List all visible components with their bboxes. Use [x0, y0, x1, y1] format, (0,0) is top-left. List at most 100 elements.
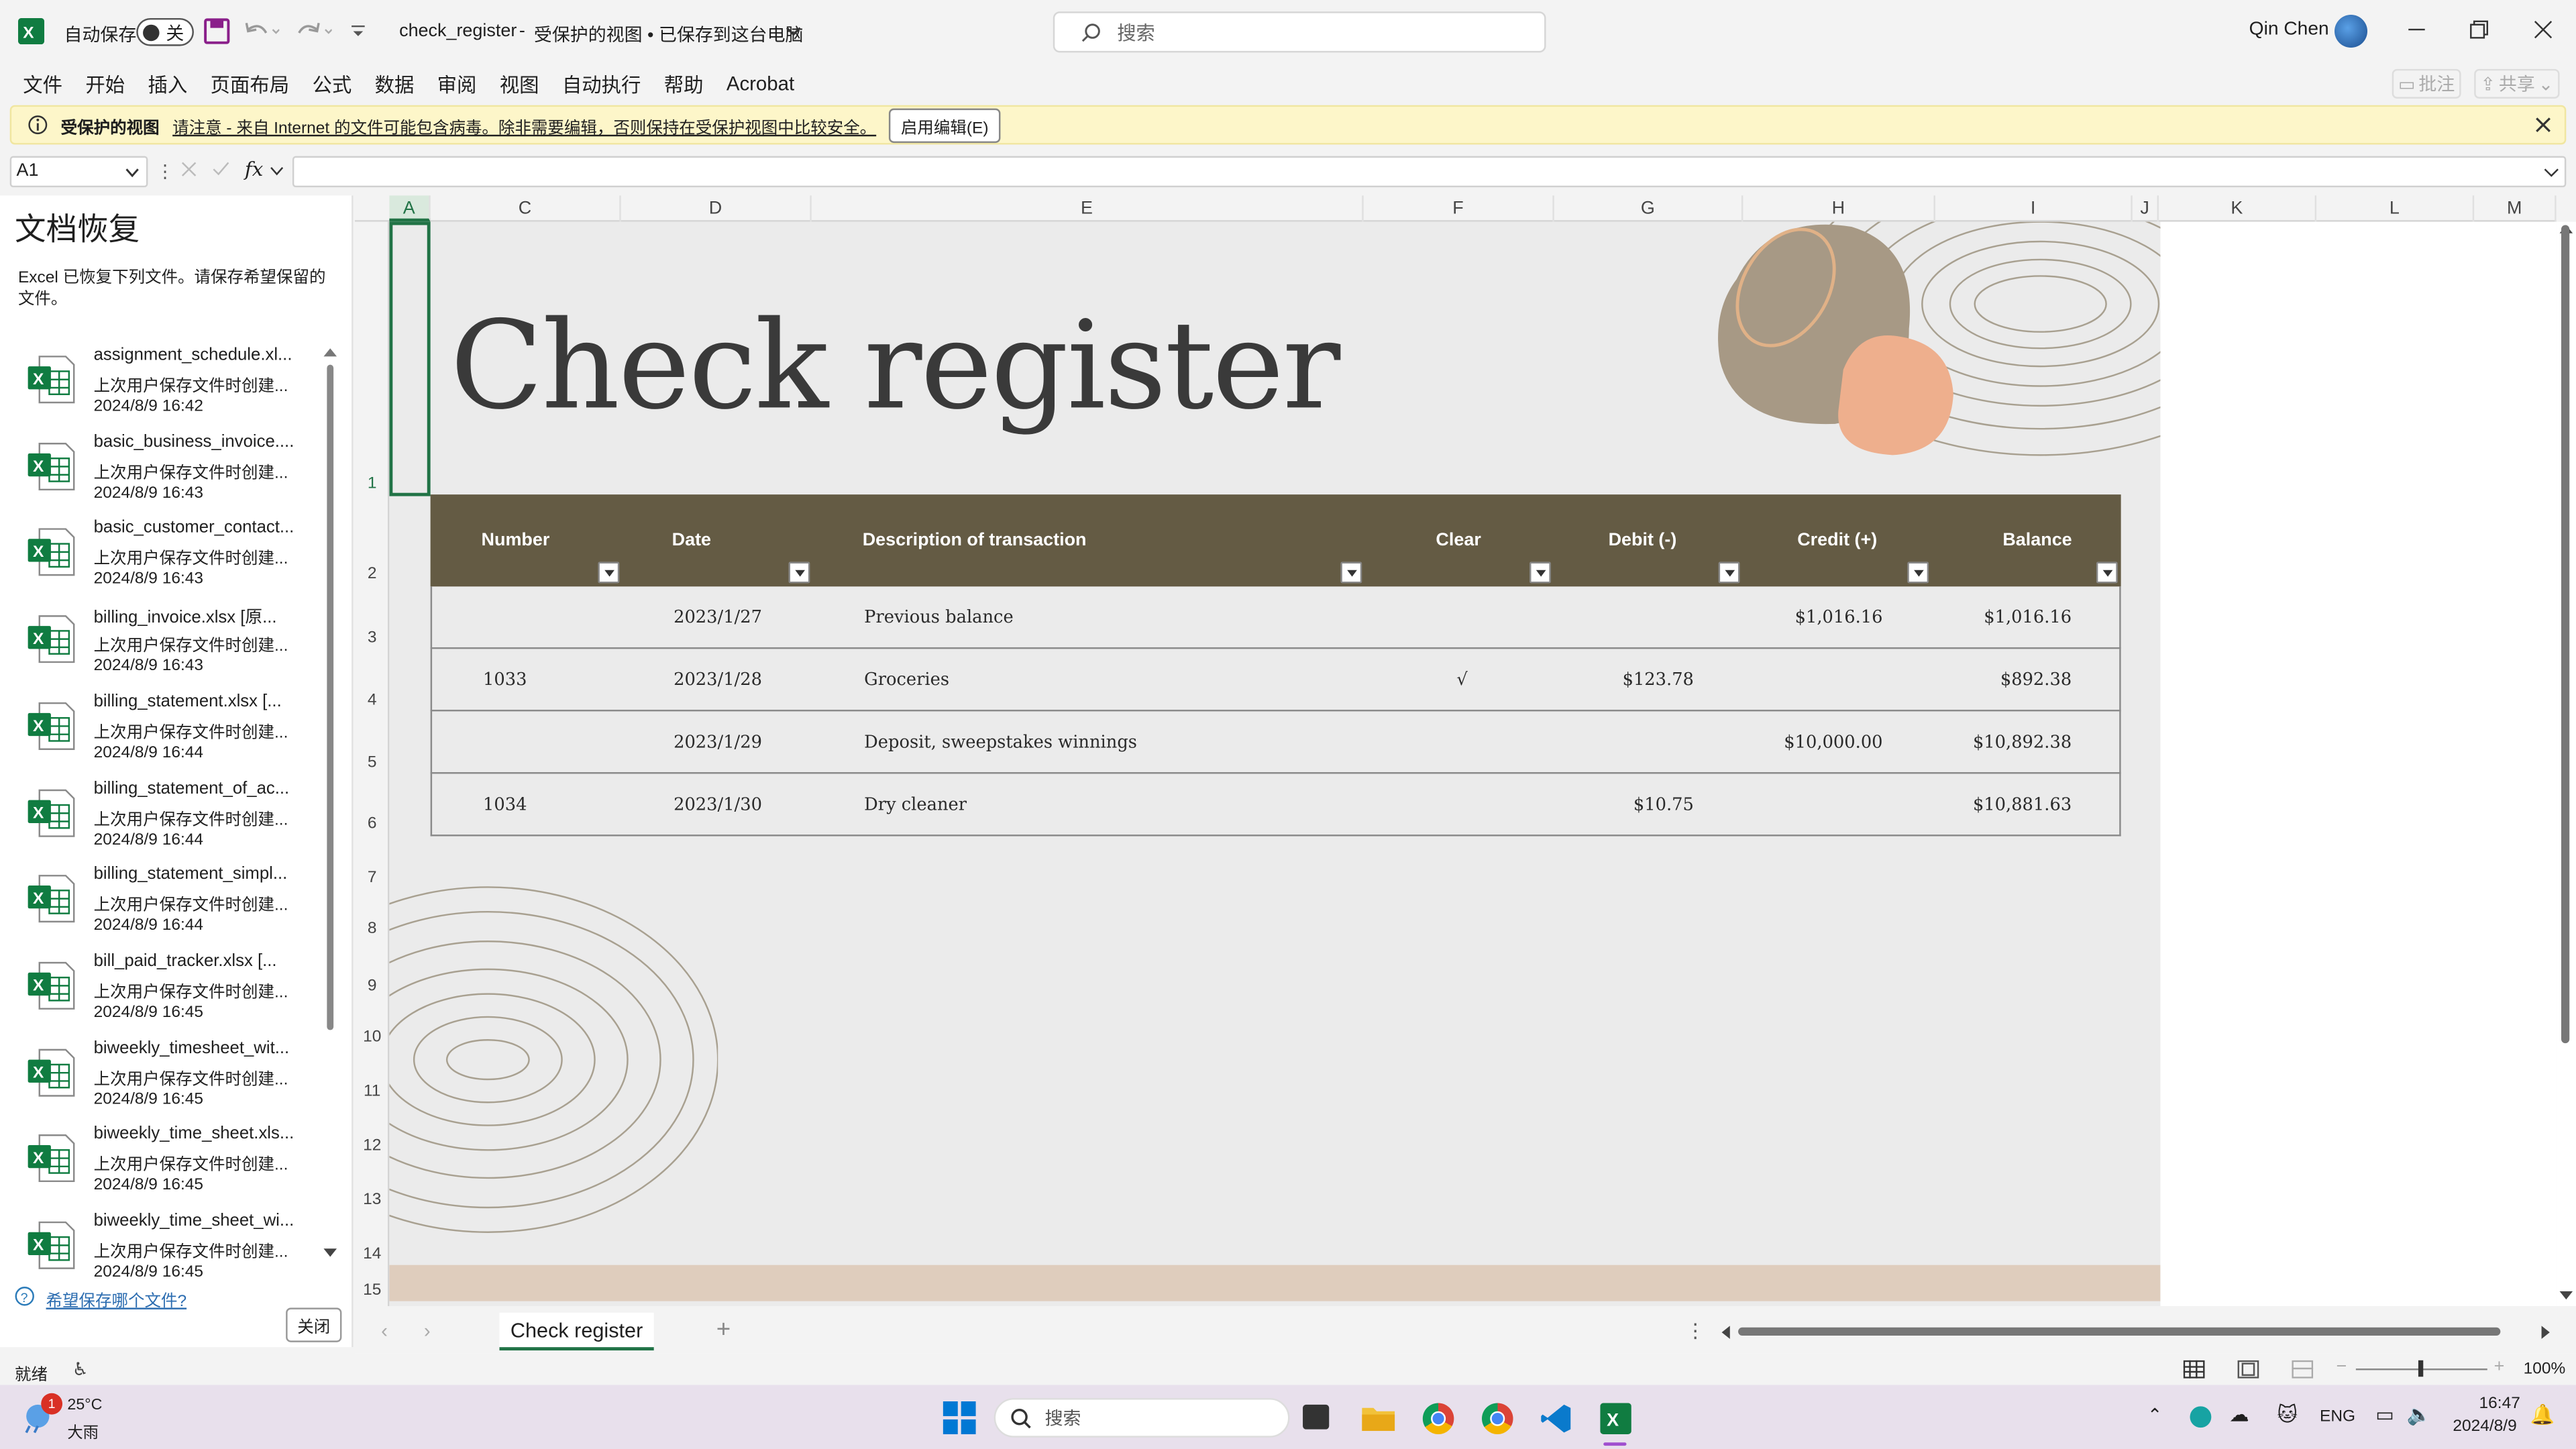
more-icon[interactable]: ⋮: [1686, 1320, 1705, 1342]
save-icon[interactable]: [204, 18, 230, 44]
insert-function-icon[interactable]: fx: [245, 158, 263, 180]
cell-desc[interactable]: Previous balance: [864, 608, 1014, 627]
chevron-up-icon[interactable]: ⌃: [2147, 1405, 2163, 1426]
row-header[interactable]: 15: [355, 1281, 389, 1299]
cell-date[interactable]: 2023/1/30: [674, 795, 762, 814]
menu-help[interactable]: 帮助: [664, 70, 704, 98]
file-explorer-icon[interactable]: [1362, 1403, 1395, 1432]
row-header[interactable]: 3: [355, 629, 389, 647]
column-header[interactable]: D: [621, 195, 812, 222]
column-header[interactable]: G: [1554, 195, 1743, 222]
vertical-scrollbar[interactable]: [2556, 221, 2576, 1306]
more-icon[interactable]: ⋮: [156, 161, 174, 182]
excel-taskbar-icon[interactable]: X: [1600, 1403, 1631, 1434]
cell-number[interactable]: 1034: [483, 795, 527, 814]
recovery-item[interactable]: Xbilling_statement_simpl... 上次用户保存文件时创建..…: [23, 865, 315, 950]
filter-dropdown-description[interactable]: [1340, 561, 1362, 584]
row-header[interactable]: 2: [355, 565, 389, 583]
menu-acrobat[interactable]: Acrobat: [727, 72, 794, 95]
cell-date[interactable]: 2023/1/28: [674, 670, 762, 690]
vscode-icon[interactable]: [1541, 1403, 1572, 1434]
cell-desc[interactable]: Dry cleaner: [864, 795, 967, 814]
cell-desc[interactable]: Groceries: [864, 670, 949, 690]
onedrive-icon[interactable]: ☁: [2229, 1403, 2249, 1426]
zoom-level[interactable]: 100%: [2524, 1360, 2566, 1379]
filter-dropdown-credit[interactable]: [1907, 561, 1929, 584]
windows-start-icon[interactable]: [943, 1401, 976, 1434]
redo-icon[interactable]: [296, 19, 332, 42]
row-header[interactable]: 5: [355, 754, 389, 772]
header-credit[interactable]: Credit (+): [1797, 531, 1877, 550]
menu-file[interactable]: 文件: [23, 70, 62, 98]
volume-icon[interactable]: 🔈: [2407, 1403, 2432, 1426]
worksheet[interactable]: Check register Number Date Description o…: [389, 221, 2161, 1306]
cell-balance[interactable]: $892.38: [1943, 670, 2072, 690]
close-icon[interactable]: [2535, 117, 2551, 133]
enable-editing-button[interactable]: 启用编辑(E): [889, 107, 1000, 142]
formula-input[interactable]: [292, 156, 2567, 188]
header-description[interactable]: Description of transaction: [863, 531, 1087, 550]
filter-dropdown-clear[interactable]: [1529, 561, 1551, 584]
header-number[interactable]: Number: [482, 531, 550, 550]
menu-page-layout[interactable]: 页面布局: [211, 70, 290, 98]
menu-automate[interactable]: 自动执行: [562, 70, 641, 98]
row-header[interactable]: 7: [355, 869, 389, 888]
avatar[interactable]: [2334, 15, 2368, 48]
cell-credit[interactable]: $1,016.16: [1755, 608, 1883, 627]
filter-dropdown-number[interactable]: [598, 561, 620, 584]
recovery-item[interactable]: Xbilling_statement.xlsx [... 上次用户保存文件时创建.…: [23, 692, 315, 777]
menu-view[interactable]: 视图: [500, 70, 539, 98]
chrome-icon[interactable]: [1481, 1403, 1513, 1434]
column-header[interactable]: F: [1364, 195, 1554, 222]
column-header[interactable]: L: [2316, 195, 2475, 222]
menu-data[interactable]: 数据: [375, 70, 415, 98]
task-view-icon[interactable]: [1303, 1404, 1330, 1430]
cell-number[interactable]: 1033: [483, 670, 527, 690]
tab-check-register[interactable]: Check register: [499, 1312, 654, 1351]
header-balance[interactable]: Balance: [2002, 531, 2072, 550]
page-break-icon[interactable]: [2292, 1360, 2314, 1379]
accessibility-icon[interactable]: ♿: [72, 1358, 89, 1380]
column-header[interactable]: E: [812, 195, 1364, 222]
menu-home[interactable]: 开始: [85, 70, 125, 98]
horizontal-scrollbar[interactable]: [1719, 1322, 2553, 1342]
recovery-item[interactable]: Xbiweekly_time_sheet_wi... 上次用户保存文件时创建...…: [23, 1211, 315, 1296]
row-header[interactable]: 10: [355, 1028, 389, 1046]
share-button[interactable]: ⇪ 共享 ⌄: [2474, 68, 2560, 99]
autosave-toggle[interactable]: 关: [136, 17, 194, 46]
minimize-icon[interactable]: [2407, 19, 2426, 39]
row-header[interactable]: 6: [355, 815, 389, 833]
cell-desc[interactable]: Deposit, sweepstakes winnings: [864, 733, 1137, 752]
clock-time[interactable]: 16:47: [2479, 1395, 2520, 1413]
cell-clear[interactable]: √: [1438, 670, 1487, 690]
recovery-item[interactable]: Xbiweekly_time_sheet.xls... 上次用户保存文件时创建..…: [23, 1124, 315, 1210]
normal-view-icon[interactable]: [2183, 1360, 2205, 1379]
row-header[interactable]: 13: [355, 1191, 389, 1210]
recovery-item[interactable]: Xbasic_customer_contact... 上次用户保存文件时创建...…: [23, 518, 315, 603]
chrome-icon[interactable]: [1422, 1403, 1454, 1434]
filter-dropdown-date[interactable]: [788, 561, 810, 584]
table-row[interactable]: 1033 2023/1/28 Groceries √ $123.78 $892.38: [430, 649, 2121, 712]
close-icon[interactable]: [2533, 19, 2553, 39]
prev-sheet-icon[interactable]: ‹: [381, 1320, 388, 1342]
add-sheet-icon[interactable]: +: [716, 1316, 731, 1344]
taskbar-search[interactable]: 搜索: [994, 1398, 1290, 1438]
header-clear[interactable]: Clear: [1436, 531, 1481, 550]
row-header[interactable]: 14: [355, 1245, 389, 1263]
network-icon[interactable]: ▭: [2375, 1403, 2394, 1426]
recovery-item[interactable]: Xbasic_business_invoice.... 上次用户保存文件时创建..…: [23, 431, 315, 517]
tray-app-icon[interactable]: 🐱: [2277, 1403, 2298, 1426]
cancel-icon[interactable]: [180, 161, 197, 177]
document-status[interactable]: 受保护的视图 • 已保存到这台电脑: [534, 21, 804, 48]
name-box[interactable]: A1: [9, 156, 148, 188]
table-row[interactable]: 1034 2023/1/30 Dry cleaner $10.75 $10,881.63: [430, 773, 2121, 837]
bell-icon[interactable]: 🔔: [2530, 1403, 2555, 1426]
pane-scrollbar[interactable]: [323, 345, 337, 1260]
chevron-down-icon[interactable]: [270, 164, 284, 178]
cell-credit[interactable]: $10,000.00: [1755, 733, 1882, 752]
menu-insert[interactable]: 插入: [148, 70, 187, 98]
column-header[interactable]: I: [1935, 195, 2133, 222]
protected-message[interactable]: 请注意 - 来自 Internet 的文件可能包含病毒。除非需要编辑，否则保持在…: [172, 113, 876, 138]
enter-icon[interactable]: [212, 161, 230, 177]
zoom-in-icon[interactable]: +: [2494, 1357, 2505, 1377]
